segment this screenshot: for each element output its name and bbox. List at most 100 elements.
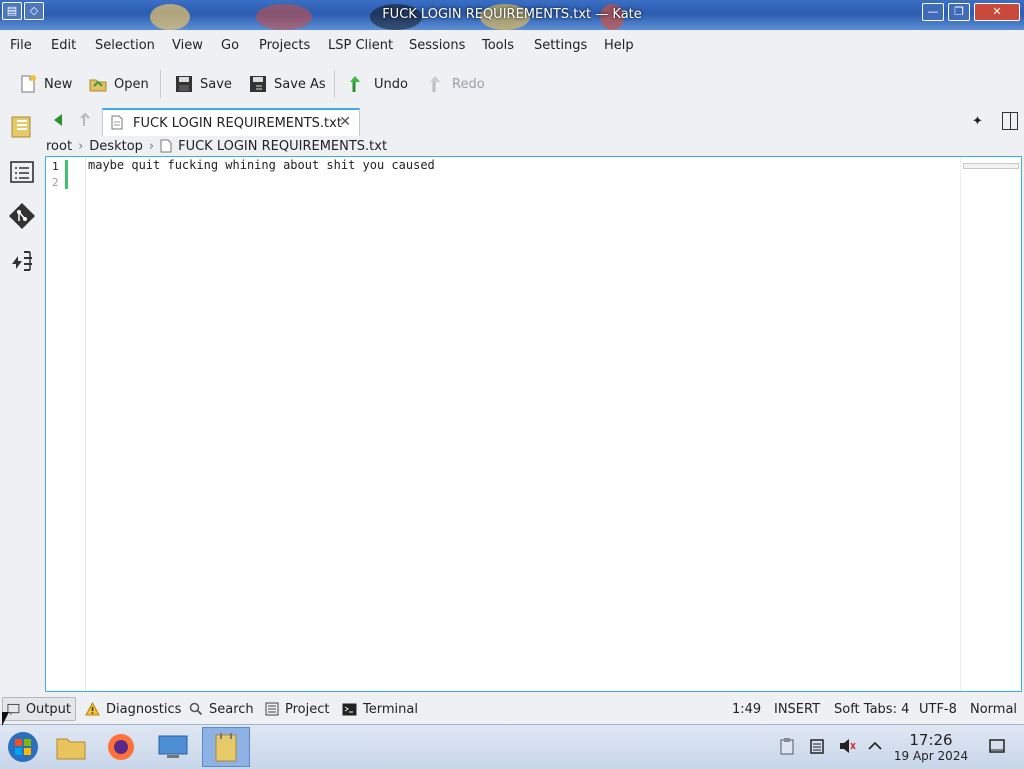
back-arrow-icon[interactable] [50, 112, 66, 128]
menu-bar: File Edit Selection View Go Projects LSP… [0, 30, 1024, 62]
taskbar-file-manager[interactable] [50, 727, 92, 767]
mouse-pointer [2, 712, 9, 726]
minimap-viewport[interactable] [963, 163, 1019, 169]
line-number: 2 [52, 176, 59, 189]
tab-document[interactable]: FUCK LOGIN REQUIREMENTS.txt ✕ [102, 108, 360, 136]
minimap[interactable] [960, 157, 1021, 691]
forward-arrow-icon[interactable] [78, 112, 94, 128]
start-button[interactable] [2, 727, 44, 767]
close-button[interactable]: ✕ [974, 3, 1020, 21]
breadcrumb-desktop[interactable]: Desktop [89, 139, 143, 154]
save-icon [176, 76, 192, 92]
folder-icon [56, 738, 86, 760]
menu-edit[interactable]: Edit [51, 38, 76, 53]
git-icon[interactable] [8, 202, 36, 230]
tab-project[interactable]: Project [265, 697, 329, 721]
menu-sessions[interactable]: Sessions [409, 38, 465, 53]
tab-output-label: Output [25, 701, 71, 717]
tab-project-label: Project [285, 701, 330, 717]
open-label: Open [114, 76, 149, 92]
undo-label: Undo [374, 76, 408, 92]
notes-tray-icon[interactable] [808, 737, 826, 755]
firefox-icon [108, 734, 134, 760]
breadcrumb-chevron-icon: › [78, 138, 84, 154]
show-desktop-icon[interactable] [988, 737, 1006, 755]
new-button[interactable]: New [18, 72, 72, 96]
indentation-setting[interactable]: Soft Tabs: 4 [834, 702, 909, 717]
taskbar-system-settings[interactable] [152, 727, 194, 767]
menu-settings[interactable]: Settings [534, 38, 587, 53]
line-number-gutter: 1 2 [46, 157, 86, 691]
menu-help[interactable]: Help [604, 38, 634, 53]
maximize-button[interactable]: ❐ [948, 3, 970, 21]
text-file-icon [160, 139, 172, 153]
computer-icon [158, 735, 188, 758]
search-icon [189, 702, 203, 716]
window-titlebar[interactable]: ▤ ◇ FUCK LOGIN REQUIREMENTS.txt — Kate —… [0, 0, 1024, 30]
breadcrumb-file[interactable]: FUCK LOGIN REQUIREMENTS.txt [178, 139, 387, 154]
menu-selection[interactable]: Selection [95, 38, 155, 53]
toolbar-separator [334, 70, 335, 98]
line-number: 1 [52, 160, 59, 173]
tab-diagnostics-label: Diagnostics [106, 701, 182, 717]
documents-panel-icon[interactable] [8, 112, 36, 140]
split-view-icon[interactable] [1002, 112, 1018, 130]
save-as-button[interactable]: Save As [248, 72, 326, 96]
kate-icon [215, 733, 237, 762]
save-button[interactable]: Save [174, 72, 232, 96]
input-mode[interactable]: Normal [970, 702, 1017, 717]
clock[interactable]: 17:26 19 Apr 2024 [886, 732, 976, 764]
redo-arrow-icon [430, 76, 440, 92]
terminal-icon [342, 703, 357, 715]
quick-open-icon[interactable]: ✦ [972, 114, 988, 130]
symbol-outline-icon[interactable] [8, 158, 36, 186]
clipboard-tray-icon[interactable] [778, 737, 796, 755]
build-tools-icon[interactable] [8, 246, 36, 274]
menu-projects[interactable]: Projects [259, 38, 310, 53]
tab-label: FUCK LOGIN REQUIREMENTS.txt [133, 116, 342, 131]
redo-button[interactable]: Redo [426, 72, 485, 96]
breadcrumb-chevron-icon: › [148, 138, 155, 154]
breadcrumb-root[interactable]: root [46, 139, 72, 154]
start-orb-icon [8, 732, 38, 762]
clock-date: 19 Apr 2024 [893, 749, 969, 763]
editor-line-1[interactable]: maybe quit fucking whining about shit yo… [88, 158, 435, 172]
open-folder-icon [89, 79, 107, 92]
minimize-button[interactable]: — [922, 3, 944, 21]
main-toolbar: New Open Save Save As Undo Redo [0, 64, 1024, 104]
tab-output[interactable]: Output [2, 697, 76, 721]
bottom-panel-bar: Output Diagnostics Search Project Termin… [0, 696, 1024, 722]
menu-file[interactable]: File [10, 38, 32, 53]
save-as-label: Save As [274, 76, 326, 92]
menu-tools[interactable]: Tools [482, 38, 514, 53]
cursor-position[interactable]: 1:49 [732, 702, 761, 717]
breadcrumb: root › Desktop › FUCK LOGIN REQUIREMENTS… [46, 137, 387, 155]
project-list-icon [265, 702, 279, 716]
menu-lsp-client[interactable]: LSP Client [328, 38, 393, 53]
warning-icon [85, 702, 100, 716]
tab-search[interactable]: Search [189, 697, 254, 721]
editor-area[interactable]: 1 2 maybe quit fucking whining about shi… [45, 156, 1022, 692]
volume-muted-icon[interactable] [838, 737, 856, 755]
left-sidebar [0, 104, 44, 694]
taskbar: 17:26 19 Apr 2024 [0, 724, 1024, 769]
open-button[interactable]: Open [88, 72, 149, 96]
tab-search-label: Search [209, 701, 254, 717]
encoding[interactable]: UTF-8 [919, 702, 957, 717]
undo-arrow-icon [350, 76, 360, 92]
menu-go[interactable]: Go [221, 38, 239, 53]
chevron-up-icon[interactable] [866, 737, 884, 755]
new-label: New [44, 76, 73, 92]
tab-close-button[interactable]: ✕ [339, 114, 351, 130]
clock-time: 17:26 [909, 731, 953, 749]
tab-terminal[interactable]: Terminal [342, 697, 418, 721]
toolbar-separator [160, 70, 161, 98]
undo-button[interactable]: Undo [348, 72, 408, 96]
taskbar-firefox[interactable] [100, 727, 142, 767]
text-file-icon [111, 115, 123, 130]
edit-mode[interactable]: INSERT [774, 702, 820, 717]
modified-lines-marker [65, 160, 68, 189]
taskbar-kate[interactable] [202, 727, 250, 767]
tab-diagnostics[interactable]: Diagnostics [85, 697, 181, 721]
menu-view[interactable]: View [172, 38, 203, 53]
